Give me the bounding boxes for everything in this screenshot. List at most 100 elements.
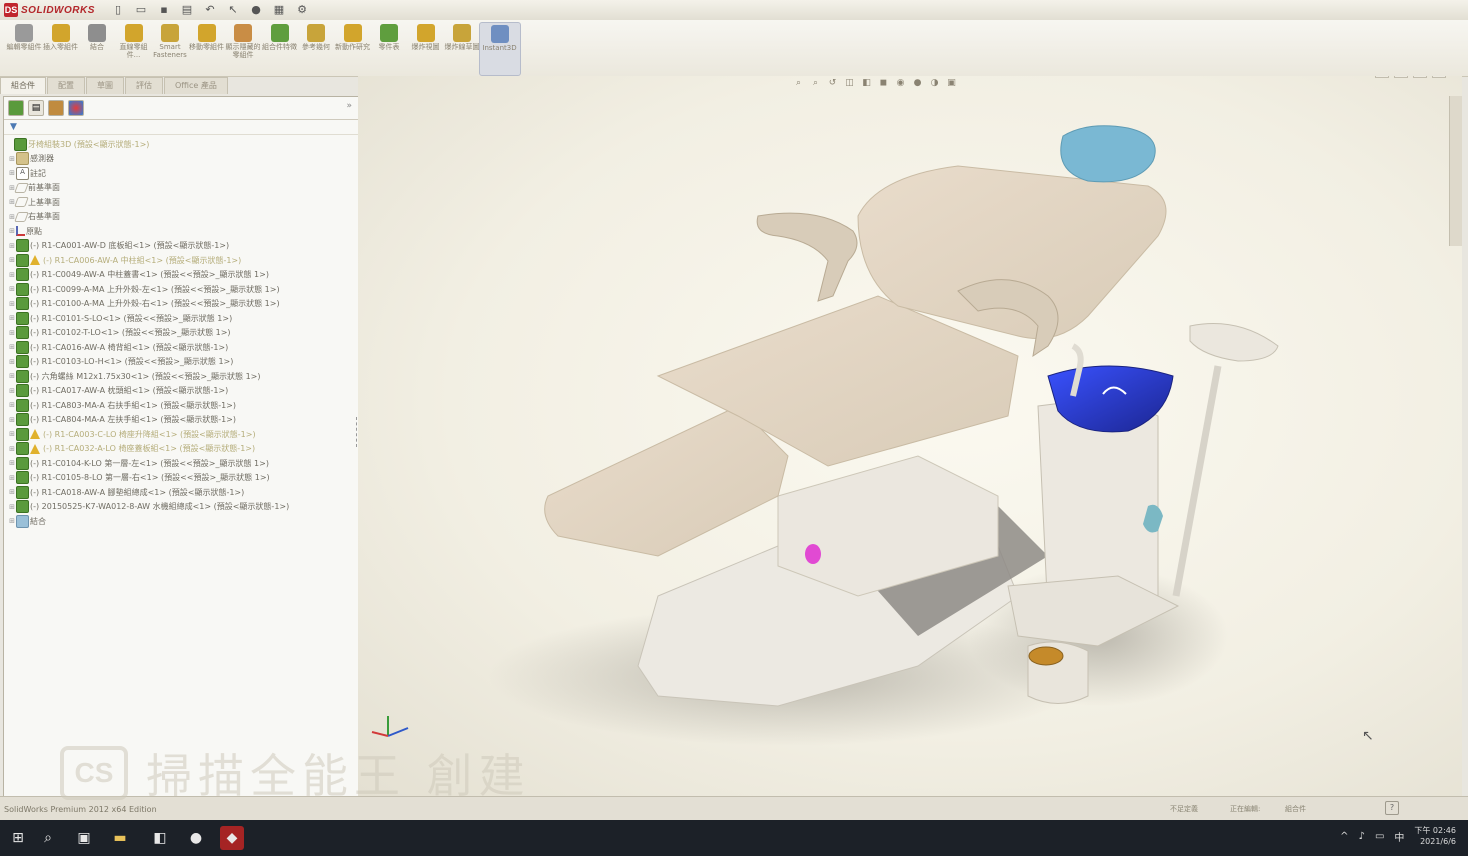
input-method-icon[interactable]: 中	[1394, 829, 1404, 844]
select-icon[interactable]: ↖	[225, 2, 241, 17]
expand-toggle-icon[interactable]: ⊞	[8, 401, 16, 409]
new-file-icon[interactable]: ▯	[110, 2, 126, 17]
dental-chair-model[interactable]	[358, 76, 1462, 796]
tree-node[interactable]: ⊞ (-) R1-CA003-C-LO 椅座升降組<1> (預設<顯示狀態-1>)	[8, 427, 256, 441]
ribbon-button-0[interactable]: 編輯零組件	[4, 22, 44, 74]
tree-node[interactable]: 牙椅組裝3D (預設<顯示狀態-1>)	[6, 137, 149, 151]
ribbon-button-10[interactable]: 零件表	[369, 22, 409, 74]
open-file-icon[interactable]: ▭	[133, 2, 149, 17]
expand-toggle-icon[interactable]: ⊞	[8, 430, 16, 438]
tray-chevron-icon[interactable]: ^	[1340, 831, 1348, 842]
expand-panel-icon[interactable]: »	[346, 101, 352, 111]
tree-node[interactable]: ⊞ (-) R1-C0049-AW-A 中柱蓋書<1> (預設<<預設>_顯示狀態…	[8, 268, 269, 282]
print-icon[interactable]: ▤	[179, 2, 195, 17]
ribbon-button-6[interactable]: 顯示隱藏的零組件	[223, 22, 263, 74]
volume-icon[interactable]: ♪	[1359, 831, 1365, 842]
tree-node[interactable]: ⊞ 原點	[8, 224, 42, 238]
expand-toggle-icon[interactable]: ⊞	[8, 358, 16, 366]
tree-node[interactable]: ⊞ A 註記	[8, 166, 46, 180]
clock[interactable]: 下午 02:46 2021/6/6	[1414, 825, 1456, 847]
feature-tree-tab-icon[interactable]	[8, 100, 24, 116]
expand-toggle-icon[interactable]: ⊞	[8, 256, 16, 264]
ribbon-button-5[interactable]: 移動零組件	[187, 22, 227, 74]
file-explorer-icon[interactable]: ▬	[108, 826, 132, 850]
tree-node[interactable]: ⊞ 結合	[8, 514, 46, 528]
expand-toggle-icon[interactable]: ⊞	[8, 488, 16, 496]
tree-node[interactable]: ⊞ (-) R1-CA017-AW-A 枕頭組<1> (預設<顯示狀態-1>)	[8, 384, 228, 398]
expand-toggle-icon[interactable]: ⊞	[8, 416, 16, 424]
property-manager-tab-icon[interactable]: ▤	[28, 100, 44, 116]
configuration-tab-icon[interactable]	[48, 100, 64, 116]
undo-icon[interactable]: ↶	[202, 2, 218, 17]
expand-toggle-icon[interactable]: ⊞	[8, 329, 16, 337]
tab-0[interactable]: 組合件	[0, 77, 46, 94]
tree-node[interactable]: ⊞ (-) R1-CA006-AW-A 中柱組<1> (預設<顯示狀態-1>)	[8, 253, 241, 267]
solidworks-taskbar-icon[interactable]: ◆	[220, 826, 244, 850]
tree-node[interactable]: ⊞ (-) R1-C0102-T-LO<1> (預設<<預設>_顯示狀態 1>)	[8, 326, 231, 340]
tree-node[interactable]: ⊞ (-) R1-C0099-A-MA 上升外殼-左<1> (預設<<預設>_顯示…	[8, 282, 280, 296]
expand-toggle-icon[interactable]: ⊞	[8, 242, 16, 250]
ribbon-button-2[interactable]: 結合	[77, 22, 117, 74]
display-manager-tab-icon[interactable]	[68, 100, 84, 116]
tree-node[interactable]: ⊞ (-) 六角螺絲 M12x1.75x30<1> (預設<<預設>_顯示狀態 1…	[8, 369, 260, 383]
expand-toggle-icon[interactable]: ⊞	[8, 372, 16, 380]
ribbon-button-12[interactable]: 爆炸線草圖	[442, 22, 482, 74]
tree-node[interactable]: ⊞ 右基準面	[8, 210, 60, 224]
tab-3[interactable]: 評估	[125, 77, 163, 94]
expand-toggle-icon[interactable]: ⊞	[8, 271, 16, 279]
expand-toggle-icon[interactable]: ⊞	[8, 445, 16, 453]
ribbon-button-11[interactable]: 爆炸視圖	[406, 22, 446, 74]
tab-2[interactable]: 草圖	[86, 77, 124, 94]
tab-4[interactable]: Office 產品	[164, 77, 228, 94]
expand-toggle-icon[interactable]: ⊞	[8, 155, 16, 163]
ribbon-button-9[interactable]: 新動作研究	[333, 22, 373, 74]
expand-toggle-icon[interactable]: ⊞	[8, 300, 16, 308]
file-properties-icon[interactable]: ▦	[271, 2, 287, 17]
windows-start-icon[interactable]: ⊞	[6, 826, 30, 850]
rebuild-icon[interactable]: ●	[248, 2, 264, 17]
tree-node[interactable]: ⊞ (-) R1-C0104-K-LO 第一層-左<1> (預設<<預設>_顯示狀…	[8, 456, 269, 470]
expand-toggle-icon[interactable]: ⊞	[8, 285, 16, 293]
tree-node[interactable]: ⊞ 上基準面	[8, 195, 60, 209]
ribbon-button-8[interactable]: 參考幾何	[296, 22, 336, 74]
options-icon[interactable]: ⚙	[294, 2, 310, 17]
expand-toggle-icon[interactable]: ⊞	[8, 517, 16, 525]
expand-toggle-icon[interactable]: ⊞	[8, 387, 16, 395]
tree-node[interactable]: ⊞ (-) R1-CA016-AW-A 椅背組<1> (預設<顯示狀態-1>)	[8, 340, 228, 354]
ribbon-button-4[interactable]: Smart Fasteners	[150, 22, 190, 74]
filter-icon[interactable]: ▼	[10, 122, 17, 132]
expand-toggle-icon[interactable]: ⊞	[8, 227, 16, 235]
taskbar-app-icon[interactable]: ◧	[148, 826, 172, 850]
expand-toggle-icon[interactable]: ⊞	[8, 314, 16, 322]
ribbon-button-13[interactable]: Instant3D	[478, 22, 521, 76]
penguin-app-icon[interactable]: ●	[184, 826, 208, 850]
save-icon[interactable]: ▪	[156, 2, 172, 17]
tab-1[interactable]: 配置	[47, 77, 85, 94]
graphics-area[interactable]: ⌕ ⌕ ↺ ◫ ◧ ◼ ◉ ● ◑ ▣ ↖	[358, 76, 1462, 796]
expand-toggle-icon[interactable]: ⊞	[8, 474, 16, 482]
ribbon-button-1[interactable]: 插入零組件	[41, 22, 81, 74]
tree-node[interactable]: ⊞ (-) R1-CA001-AW-D 底板組<1> (預設<顯示狀態-1>)	[8, 239, 229, 253]
ribbon-button-3[interactable]: 直線零組件...	[114, 22, 154, 74]
tree-node[interactable]: ⊞ 感測器	[8, 152, 54, 166]
task-view-icon[interactable]: ▣	[72, 826, 96, 850]
tree-node[interactable]: ⊞ (-) R1-C0105-8-LO 第一層-右<1> (預設<<預設>_顯示狀…	[8, 471, 270, 485]
network-icon[interactable]: ▭	[1375, 831, 1384, 842]
tree-filter[interactable]: ▼	[4, 120, 358, 135]
search-icon[interactable]: ⌕	[36, 826, 60, 850]
tree-node[interactable]: ⊞ (-) R1-C0101-S-LO<1> (預設<<預設>_顯示狀態 1>)	[8, 311, 232, 325]
tree-node[interactable]: ⊞ (-) R1-CA032-A-LO 椅座蓋板組<1> (預設<顯示狀態-1>)	[8, 442, 255, 456]
app-logo[interactable]: DS SOLIDWORKS	[4, 2, 95, 18]
expand-toggle-icon[interactable]: ⊞	[8, 169, 16, 177]
expand-toggle-icon[interactable]: ⊞	[8, 343, 16, 351]
tree-node[interactable]: ⊞ (-) 20150525-K7-WA012-8-AW 水機組總成<1> (預設…	[8, 500, 289, 514]
ribbon-button-7[interactable]: 組合件特徵	[260, 22, 300, 74]
tree-node[interactable]: ⊞ 前基準面	[8, 181, 60, 195]
tree-node[interactable]: ⊞ (-) R1-C0103-LO-H<1> (預設<<預設>_顯示狀態 1>)	[8, 355, 233, 369]
tree-node[interactable]: ⊞ (-) R1-CA803-MA-A 右扶手組<1> (預設<顯示狀態-1>)	[8, 398, 236, 412]
expand-toggle-icon[interactable]: ⊞	[8, 459, 16, 467]
tree-node[interactable]: ⊞ (-) R1-C0100-A-MA 上升外殼-右<1> (預設<<預設>_顯示…	[8, 297, 280, 311]
expand-toggle-icon[interactable]: ⊞	[8, 503, 16, 511]
tree-node[interactable]: ⊞ (-) R1-CA804-MA-A 左扶手組<1> (預設<顯示狀態-1>)	[8, 413, 236, 427]
tree-node[interactable]: ⊞ (-) R1-CA018-AW-A 腳墊組總成<1> (預設<顯示狀態-1>)	[8, 485, 244, 499]
